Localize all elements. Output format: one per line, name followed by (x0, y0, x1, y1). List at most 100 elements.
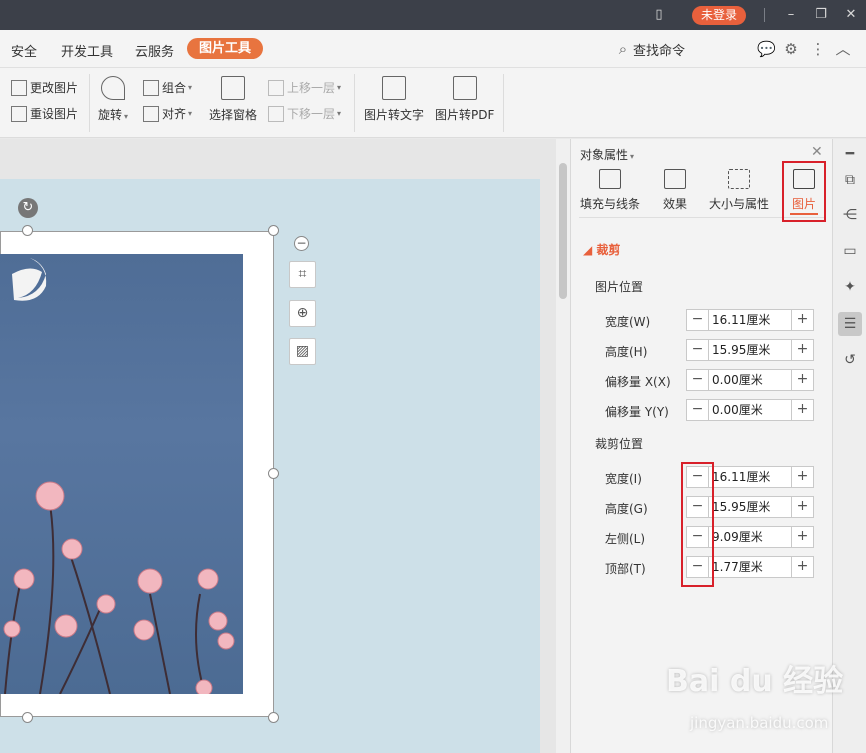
close-icon[interactable]: ✕ (811, 144, 823, 160)
search-icon: ⌕ (618, 40, 628, 58)
decrement-button[interactable]: − (687, 400, 709, 420)
copy-style-icon[interactable]: ⧉ (841, 171, 859, 189)
tab-fill-and-line-label: 填充与线条 (580, 197, 641, 211)
login-button[interactable]: 未登录 (692, 6, 746, 25)
archive-icon[interactable]: ▭ (841, 242, 859, 260)
pin-icon[interactable]: ✦ (841, 278, 859, 296)
zoom-in-icon: ⊕ (296, 305, 309, 321)
offset-x-stepper[interactable]: − 0.00厘米 + (686, 369, 814, 391)
panel-title[interactable]: 对象属性 ▾ (580, 146, 634, 163)
crop-width-input[interactable]: 16.11厘米 (709, 467, 791, 487)
group-button[interactable]: 组合 ▾ (143, 79, 192, 96)
tab-picture-tools[interactable]: 图片工具 (187, 38, 264, 59)
offset-y-input[interactable]: 0.00厘米 (709, 400, 791, 420)
collapse-rail-icon[interactable]: ━ (841, 145, 859, 163)
resize-handle-top[interactable] (22, 225, 33, 236)
fill-tool-button[interactable]: ▨ (289, 338, 316, 365)
resize-handle-bottom[interactable] (22, 712, 33, 723)
ribbon-divider (503, 74, 504, 132)
increment-button[interactable]: + (791, 400, 813, 420)
pic-width-stepper[interactable]: − 16.11厘米 + (686, 309, 814, 331)
history-icon[interactable]: ↺ (841, 351, 859, 369)
tab-developer-tools[interactable]: 开发工具 (61, 41, 113, 60)
scrollbar-thumb[interactable] (559, 163, 567, 299)
crop-left-label: 左侧(L) (605, 532, 646, 546)
picture-to-text-icon (382, 76, 406, 100)
crop-height-input[interactable]: 15.95厘米 (709, 497, 791, 517)
chat-icon[interactable]: 💬 (757, 40, 776, 58)
zoom-tool-button[interactable]: ⊕ (289, 300, 316, 327)
tab-size-and-properties[interactable]: 大小与属性 (709, 169, 769, 212)
more-icon[interactable]: ⋮ (809, 40, 827, 58)
bring-forward-label: 上移一层 (287, 81, 336, 95)
increment-button[interactable]: + (791, 310, 813, 330)
selection-pane-button[interactable]: 选择窗格 (209, 76, 257, 123)
picture-to-text-button[interactable]: 图片转文字 (364, 76, 424, 123)
find-command-input[interactable]: 查找命令 (633, 40, 685, 59)
selection-pane-icon (221, 76, 245, 100)
properties-icon[interactable]: ☰ (838, 312, 862, 336)
send-backward-icon (268, 105, 284, 122)
decrement-button[interactable]: − (687, 340, 709, 360)
tab-cloud-services[interactable]: 云服务 (135, 41, 174, 60)
collapse-ribbon-icon[interactable]: ︿ (834, 40, 852, 58)
dropdown-caret-icon: ▾ (188, 83, 193, 92)
picture-to-text-label: 图片转文字 (364, 108, 425, 122)
change-picture-button[interactable]: 更改图片 (11, 79, 78, 96)
pic-height-input[interactable]: 15.95厘米 (709, 340, 791, 360)
decrement-button[interactable]: − (687, 370, 709, 390)
tab-size-and-properties-label: 大小与属性 (709, 197, 770, 211)
crop-top-input[interactable]: 1.77厘米 (709, 557, 791, 577)
increment-button[interactable]: + (791, 467, 813, 487)
picture-to-pdf-button[interactable]: 图片转PDF (435, 76, 494, 123)
increment-button[interactable]: + (791, 557, 813, 577)
increment-button[interactable]: + (791, 497, 813, 517)
resize-handle-top-right[interactable] (268, 225, 279, 236)
increment-button[interactable]: + (791, 340, 813, 360)
offset-y-stepper[interactable]: − 0.00厘米 + (686, 399, 814, 421)
close-window-icon[interactable]: ✕ (844, 8, 858, 22)
bring-forward-button[interactable]: 上移一层 ▾ (268, 79, 341, 96)
picture-position-heading: 图片位置 (595, 280, 644, 294)
pic-height-stepper[interactable]: − 15.95厘米 + (686, 339, 814, 361)
crop-left-input[interactable]: 9.09厘米 (709, 527, 791, 547)
rotate-button[interactable]: 旋转 ▾ (98, 76, 128, 123)
rotate-handle-icon[interactable]: ↻ (18, 198, 38, 218)
dropdown-caret-icon: ▾ (630, 152, 635, 161)
reset-picture-icon (11, 105, 27, 122)
pic-height-label: 高度(H) (605, 345, 648, 359)
pic-width-input[interactable]: 16.11厘米 (709, 310, 791, 330)
reset-picture-button[interactable]: 重设图片 (11, 105, 78, 122)
gear-icon[interactable]: ⚙ (782, 40, 800, 58)
tab-security[interactable]: 安全 (11, 41, 37, 60)
increment-button[interactable]: + (791, 370, 813, 390)
tab-effects[interactable]: 效果 (663, 169, 687, 212)
align-icon (143, 105, 159, 122)
restore-icon[interactable]: ❐ (814, 8, 828, 22)
send-backward-button[interactable]: 下移一层 ▾ (268, 105, 341, 122)
picture-tab-highlight (782, 161, 826, 222)
crop-tool-button[interactable]: ⌗ (289, 261, 316, 288)
minimize-icon[interactable]: – (784, 8, 798, 22)
document-scrollbar[interactable] (556, 139, 570, 753)
crop-section-header[interactable]: ◢ 裁剪 (583, 241, 620, 258)
resize-handle-right[interactable] (268, 468, 279, 479)
night-flowers-picture[interactable] (0, 254, 243, 694)
offset-x-input[interactable]: 0.00厘米 (709, 370, 791, 390)
align-button[interactable]: 对齐 ▾ (143, 105, 192, 122)
share-icon[interactable]: ⋲ (841, 206, 859, 224)
minus-icon[interactable]: − (294, 236, 309, 251)
picture-to-pdf-icon (452, 76, 477, 100)
pic-width-label: 宽度(W) (605, 315, 651, 329)
decrement-button[interactable]: − (687, 310, 709, 330)
reading-mode-icon[interactable]: ▯ (652, 8, 666, 22)
baidu-watermark-url: jingyan.baidu.com (690, 714, 829, 732)
increment-button[interactable]: + (791, 527, 813, 547)
tab-fill-and-line[interactable]: 填充与线条 (580, 169, 640, 212)
crop-height-label: 高度(G) (605, 502, 648, 516)
resize-handle-bottom-right[interactable] (268, 712, 279, 723)
send-backward-label: 下移一层 (287, 107, 336, 121)
bring-forward-icon (268, 79, 284, 96)
crop-position-heading: 裁剪位置 (595, 437, 644, 451)
decrement-buttons-highlight (681, 462, 714, 587)
